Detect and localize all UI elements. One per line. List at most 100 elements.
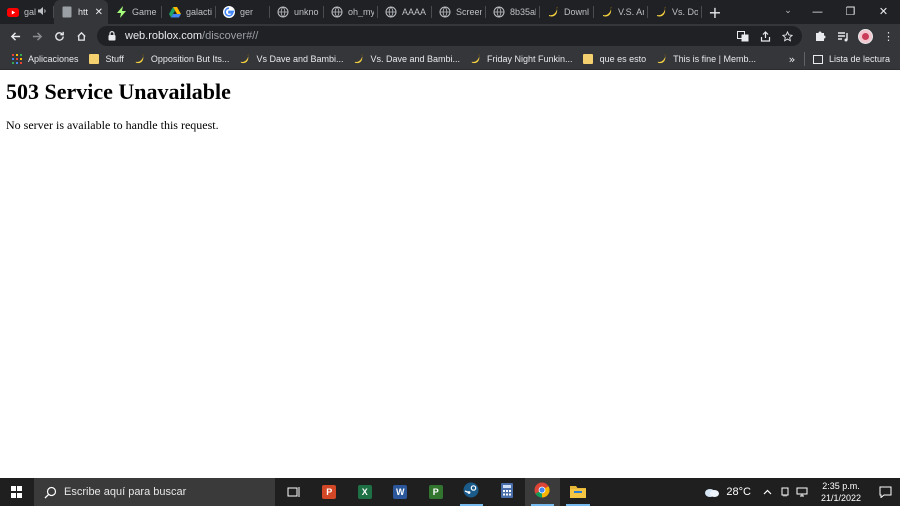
browser-tab[interactable]: Downl bbox=[540, 0, 594, 24]
menu-kebab-icon[interactable]: ⋮ bbox=[877, 24, 900, 48]
taskbar-app-steam[interactable] bbox=[454, 478, 490, 506]
youtube-icon bbox=[7, 6, 19, 18]
tab-search-icon[interactable]: ⌄ bbox=[778, 0, 798, 22]
page-icon bbox=[61, 6, 73, 18]
banana-icon bbox=[601, 6, 613, 18]
extensions-puzzle-icon[interactable] bbox=[808, 24, 831, 48]
taskbar-app-excel[interactable]: X bbox=[347, 478, 383, 506]
notifications-button[interactable] bbox=[870, 478, 900, 506]
bookmark-label: Stuff bbox=[105, 53, 124, 64]
lightning-icon bbox=[115, 6, 127, 18]
tab-audio-icon[interactable] bbox=[38, 7, 47, 17]
google-icon bbox=[223, 6, 235, 18]
system-clock[interactable]: 2:35 p.m. 21/1/2022 bbox=[812, 480, 870, 504]
taskbar-app-task-view[interactable] bbox=[276, 478, 312, 506]
page-content: 503 Service Unavailable No server is ava… bbox=[0, 71, 900, 478]
banana-icon bbox=[655, 6, 667, 18]
browser-tab[interactable]: Game bbox=[108, 0, 162, 24]
banana-icon bbox=[470, 53, 481, 64]
drive-icon bbox=[169, 6, 181, 18]
bookmark-item[interactable]: que es esto bbox=[578, 49, 652, 69]
tab-close-icon[interactable]: ✕ bbox=[95, 7, 103, 18]
url-host: web.roblox.com bbox=[125, 30, 203, 42]
bookmark-label: Vs Dave and Bambi... bbox=[256, 53, 344, 64]
banana-icon bbox=[134, 53, 145, 64]
tray-chevron-icon[interactable] bbox=[759, 478, 776, 506]
reload-icon bbox=[54, 31, 64, 41]
tab-title: Vs. Do bbox=[672, 7, 698, 17]
usb-device-icon[interactable] bbox=[776, 478, 793, 506]
taskbar-app-chrome[interactable] bbox=[524, 478, 560, 506]
reload-button[interactable] bbox=[48, 25, 70, 47]
bookmark-label: Aplicaciones bbox=[28, 53, 79, 64]
new-tab-button[interactable]: + bbox=[702, 0, 728, 24]
close-window-button[interactable]: ✕ bbox=[867, 0, 900, 22]
browser-tab[interactable]: galacti bbox=[162, 0, 216, 24]
apps-grid-icon bbox=[11, 53, 22, 64]
taskbar-app-powerpoint[interactable]: P bbox=[312, 478, 348, 506]
url-text[interactable]: web.roblox.com/discover#// bbox=[125, 30, 258, 42]
restore-button[interactable]: ❐ bbox=[834, 0, 867, 22]
bookmark-label: Friday Night Funkin... bbox=[487, 53, 573, 64]
taskbar-search-box[interactable]: Escribe aquí para buscar bbox=[34, 478, 275, 506]
bookmark-star-icon[interactable] bbox=[776, 26, 798, 46]
taskbar-app-project[interactable]: P bbox=[418, 478, 454, 506]
bookmark-item[interactable]: Opposition But Its... bbox=[129, 49, 235, 69]
bookmarks-overflow-button[interactable]: » bbox=[780, 53, 804, 66]
globe-icon bbox=[493, 6, 505, 18]
browser-tab[interactable]: unkno bbox=[270, 0, 324, 24]
calculator-icon bbox=[500, 482, 513, 502]
address-bar[interactable]: web.roblox.com/discover#// bbox=[97, 26, 802, 46]
bookmarks-bar: Aplicaciones Stuff Opposition But Its... Vs… bbox=[0, 48, 900, 70]
forward-arrow-icon bbox=[32, 31, 42, 41]
tab-title: AAAA bbox=[402, 7, 427, 17]
bookmark-item[interactable]: Aplicaciones bbox=[6, 49, 84, 69]
browser-tab[interactable]: oh_my bbox=[324, 0, 378, 24]
network-icon[interactable] bbox=[793, 478, 810, 506]
folder-icon bbox=[89, 53, 100, 64]
url-path: /discover#// bbox=[202, 30, 259, 42]
taskbar-app-calculator[interactable] bbox=[489, 478, 525, 506]
minimize-button[interactable]: — bbox=[801, 0, 834, 22]
folder-icon bbox=[583, 53, 594, 64]
weather-widget[interactable]: 28°C bbox=[704, 486, 751, 498]
clock-date: 21/1/2022 bbox=[820, 493, 862, 503]
error-message: No server is available to handle this re… bbox=[6, 118, 219, 132]
tab-title: 8b35al bbox=[510, 7, 536, 17]
globe-icon bbox=[331, 6, 343, 18]
browser-tab[interactable]: Screen bbox=[432, 0, 486, 24]
taskbar-app-file-explorer[interactable] bbox=[560, 478, 596, 506]
media-queue-icon[interactable] bbox=[831, 24, 854, 48]
bookmark-item[interactable]: Stuff bbox=[84, 49, 129, 69]
bookmark-item[interactable]: This is fine | Memb... bbox=[651, 49, 761, 69]
bookmark-label: This is fine | Memb... bbox=[673, 53, 756, 64]
back-button[interactable] bbox=[4, 25, 26, 47]
home-button[interactable] bbox=[70, 25, 92, 47]
bookmark-item[interactable]: Vs Dave and Bambi... bbox=[234, 49, 348, 69]
browser-tab[interactable]: AAAA bbox=[378, 0, 432, 24]
avatar-icon bbox=[858, 28, 873, 44]
system-tray: 28°C 2:35 p.m. 21/1/2022 bbox=[704, 478, 900, 506]
lock-icon[interactable] bbox=[107, 31, 116, 42]
translate-icon[interactable] bbox=[732, 26, 754, 46]
profile-avatar[interactable] bbox=[854, 24, 877, 48]
start-button[interactable] bbox=[0, 478, 34, 506]
browser-tab[interactable]: ger bbox=[216, 0, 270, 24]
banana-icon bbox=[547, 6, 559, 18]
search-placeholder: Escribe aquí para buscar bbox=[64, 486, 187, 498]
forward-button[interactable] bbox=[26, 25, 48, 47]
browser-tab[interactable]: Vs. Do bbox=[648, 0, 702, 24]
taskbar-app-word[interactable]: W bbox=[383, 478, 419, 506]
browser-tab[interactable]: gal bbox=[0, 0, 54, 24]
bookmark-item[interactable]: Vs. Dave and Bambi... bbox=[348, 49, 465, 69]
share-icon[interactable] bbox=[754, 26, 776, 46]
reading-list-button[interactable]: Lista de lectura bbox=[812, 54, 900, 64]
bookmark-item[interactable]: Friday Night Funkin... bbox=[465, 49, 578, 69]
browser-tab[interactable]: 8b35al bbox=[486, 0, 540, 24]
browser-tab[interactable]: V.S. An bbox=[594, 0, 648, 24]
excel-icon: X bbox=[357, 485, 372, 499]
browser-tab[interactable]: htt ✕ bbox=[54, 0, 108, 24]
tab-strip: gal htt ✕ Game galacti ger unkno oh_my AAAA Scree… bbox=[0, 0, 900, 24]
windows-taskbar: Escribe aquí para buscar P X W P 28°C 2:35 … bbox=[0, 478, 900, 506]
bookmark-list: Aplicaciones Stuff Opposition But Its... Vs… bbox=[6, 49, 761, 69]
